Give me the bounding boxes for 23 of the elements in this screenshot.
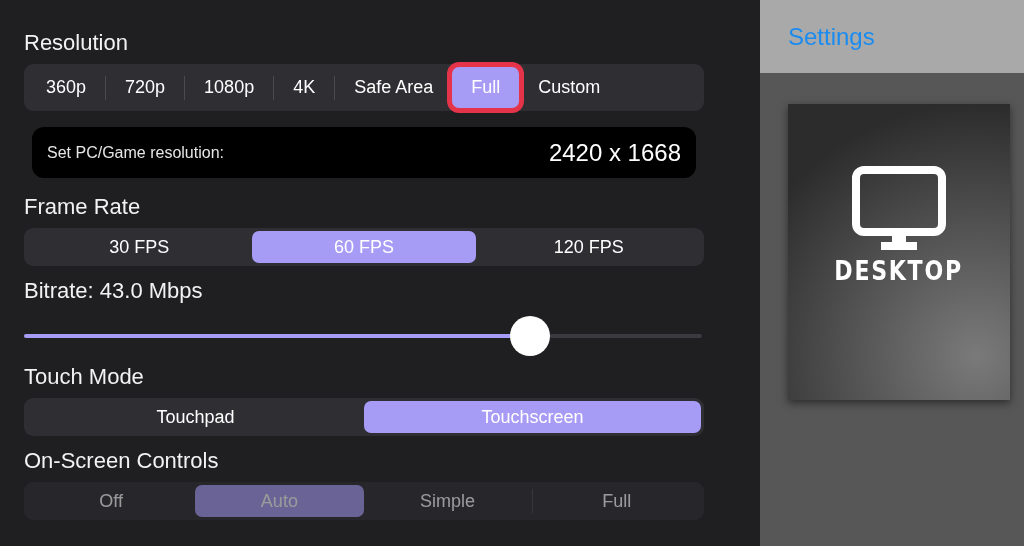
desktop-card[interactable]: DESKTOP — [788, 104, 1010, 400]
monitor-icon — [852, 166, 946, 252]
segment-option[interactable]: 4K — [274, 67, 335, 108]
sidebar-title: Settings — [788, 22, 875, 51]
bitrate-slider[interactable] — [24, 316, 702, 356]
field-value: 2420 x 1668 — [548, 138, 681, 167]
segment-option[interactable]: Safe Area — [335, 67, 453, 108]
section-title: On-Screen Controls — [24, 448, 220, 474]
section-title: Touch Mode — [24, 364, 145, 390]
slider-thumb[interactable] — [509, 316, 550, 356]
segment-option[interactable]: Custom — [519, 67, 620, 108]
segment-option[interactable]: 120 FPS — [476, 231, 701, 263]
segment-option[interactable]: 1080p — [185, 67, 274, 108]
section-title: Bitrate: 43.0 Mbps — [24, 278, 204, 304]
segment-option[interactable]: 30 FPS — [27, 231, 252, 263]
field-label: Set PC/Game resolution: — [47, 143, 224, 162]
section-title: Frame Rate — [24, 194, 142, 220]
section-title: Resolution — [24, 30, 129, 56]
card-label: DESKTOP — [834, 256, 964, 286]
segment-option[interactable]: Touchpad — [27, 401, 364, 433]
segment-option[interactable]: 360p — [27, 67, 106, 108]
segment-option[interactable]: 720p — [106, 67, 185, 108]
resolution-field[interactable]: Set PC/Game resolution: 2420 x 1668 — [32, 127, 696, 178]
